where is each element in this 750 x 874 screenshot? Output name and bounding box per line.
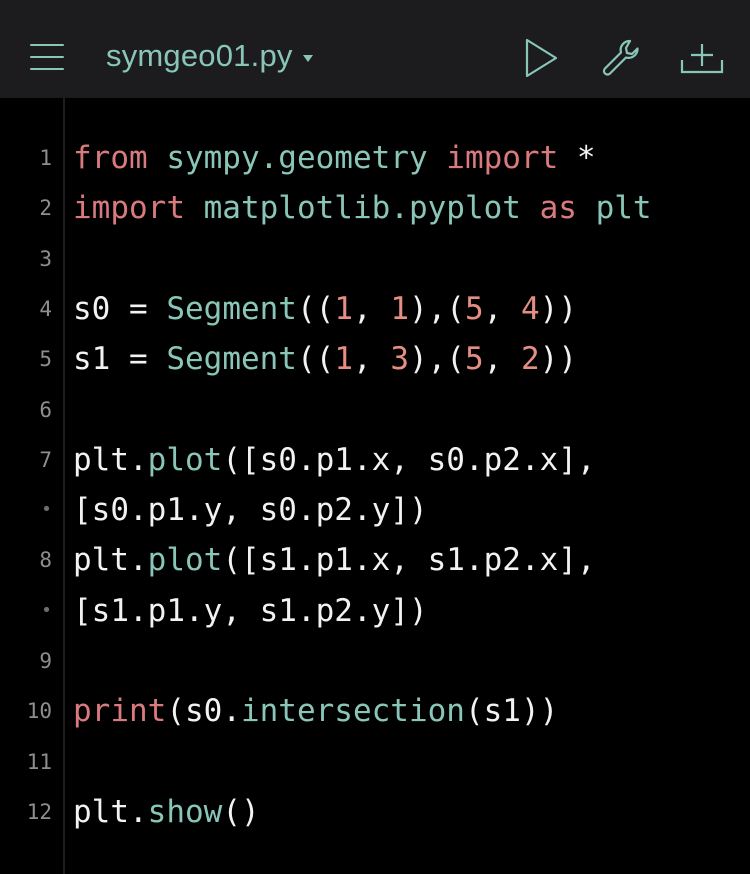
code-token: (( — [296, 290, 335, 327]
chevron-down-icon — [302, 54, 313, 62]
code-token: )) — [539, 290, 577, 327]
line-number: 11 — [26, 749, 52, 774]
code-token: 5 — [464, 341, 484, 378]
code-text: [s1.p1.y, s1.p2.y]) — [73, 586, 428, 636]
code-token: , — [483, 341, 521, 378]
line-number: 10 — [26, 699, 52, 724]
hamburger-menu-icon[interactable] — [30, 42, 64, 72]
code-token: [s1.p1.y, s1.p2.y]) — [73, 592, 428, 629]
code-token: Segment — [166, 290, 297, 327]
line-number: 3 — [39, 246, 52, 271]
code-token: ([s0.p1.x, s0.p2.x], — [222, 441, 596, 478]
line-number: 1 — [39, 146, 52, 170]
settings-button[interactable] — [600, 36, 644, 80]
code-token: print — [73, 693, 167, 730]
code-line[interactable]: 9 — [0, 636, 750, 686]
line-number: 2 — [39, 196, 52, 221]
code-token: (s1)) — [464, 693, 559, 730]
toolbar: symgeo01.py — [0, 0, 750, 98]
code-token: s1 = — [73, 341, 167, 378]
code-token: plt. — [73, 441, 148, 478]
code-token: * — [558, 140, 596, 176]
line-number: 5 — [39, 347, 52, 372]
code-line[interactable]: 1 from sympy.geometry import * — [0, 133, 750, 183]
code-token: plot — [147, 542, 223, 579]
code-editor[interactable]: 1 from sympy.geometry import * 2 import mat… — [0, 98, 750, 874]
code-line[interactable]: • [s1.p1.y, s1.p2.y]) — [0, 586, 750, 636]
code-token: (s0. — [166, 693, 241, 730]
code-token: plt. — [73, 542, 148, 579]
code-line[interactable]: 5 s1 = Segment((1, 3),(5, 2)) — [0, 334, 750, 384]
file-title-dropdown[interactable]: symgeo01.py — [106, 34, 313, 78]
add-file-icon — [680, 44, 724, 74]
code-token: matplotlib.pyplot — [184, 190, 540, 227]
code-token: show — [147, 793, 223, 830]
line-number: • — [41, 499, 52, 521]
run-button[interactable] — [520, 36, 564, 80]
code-token: , — [483, 290, 521, 327]
code-token: 4 — [520, 290, 540, 327]
code-text: plt.show() — [73, 787, 260, 837]
code-token: as — [539, 190, 577, 227]
wrench-icon — [602, 39, 639, 76]
code-token: from — [73, 140, 148, 176]
line-number: 9 — [39, 649, 52, 673]
code-token: 5 — [464, 290, 484, 327]
line-number: 8 — [39, 548, 52, 573]
code-token: 1 — [390, 290, 409, 327]
line-number: 4 — [39, 296, 52, 321]
line-number: 12 — [26, 799, 52, 824]
code-token: plot — [147, 441, 223, 478]
code-token: ([s1.p1.x, s1.p2.x], — [222, 542, 596, 579]
code-token: () — [222, 793, 260, 830]
line-number: • — [41, 599, 52, 621]
code-text: s0 = Segment((1, 1),(5, 4)) — [73, 284, 577, 334]
code-token: 2 — [520, 341, 540, 378]
play-icon — [525, 38, 558, 78]
code-token: 3 — [390, 341, 409, 378]
code-line[interactable]: 10 print(s0.intersection(s1)) — [0, 686, 750, 736]
code-line[interactable]: 8 plt.plot([s1.p1.x, s1.p2.x], — [0, 535, 750, 585]
code-text: s1 = Segment((1, 3),(5, 2)) — [73, 334, 577, 384]
code-text: plt.plot([s0.p1.x, s0.p2.x], — [73, 435, 596, 485]
code-token: , — [352, 290, 391, 327]
code-token: ),( — [408, 341, 465, 378]
code-token: import — [446, 140, 559, 176]
code-token: ),( — [408, 290, 465, 327]
line-number: 6 — [39, 397, 52, 422]
code-line[interactable]: 2 import matplotlib.pyplot as plt — [0, 183, 750, 233]
code-line[interactable]: • [s0.p1.y, s0.p2.y]) — [0, 485, 750, 535]
code-line[interactable]: 11 — [0, 737, 750, 787]
code-token: Segment — [166, 341, 297, 378]
code-token: 1 — [334, 341, 353, 378]
code-token: import — [73, 190, 185, 227]
code-line[interactable]: 12 plt.show() — [0, 787, 750, 837]
code-line[interactable]: 3 — [0, 234, 750, 284]
code-text: [s0.p1.y, s0.p2.y]) — [73, 485, 428, 535]
file-name: symgeo01.py — [106, 38, 293, 73]
code-line[interactable]: 6 — [0, 385, 750, 435]
code-token: , — [352, 341, 391, 378]
code-token: plt. — [73, 793, 148, 830]
code-line[interactable]: 4 s0 = Segment((1, 1),(5, 4)) — [0, 284, 750, 334]
code-line[interactable]: 7 plt.plot([s0.p1.x, s0.p2.x], — [0, 435, 750, 485]
code-text: print(s0.intersection(s1)) — [73, 686, 558, 736]
code-text: import matplotlib.pyplot as plt — [73, 183, 652, 233]
code-token: s0 = — [73, 290, 167, 327]
code-token: intersection — [240, 693, 465, 730]
code-token: (( — [296, 341, 335, 378]
code-token: 1 — [334, 290, 353, 327]
code-token: )) — [539, 341, 577, 378]
line-number: 7 — [39, 447, 52, 472]
code-token: sympy.geometry — [147, 140, 447, 176]
code-token: [s0.p1.y, s0.p2.y]) — [73, 492, 428, 529]
code-text: plt.plot([s1.p1.x, s1.p2.x], — [73, 535, 596, 585]
new-file-button[interactable] — [680, 36, 724, 80]
code-text: from sympy.geometry import * — [73, 133, 596, 183]
code-token: plt — [576, 190, 652, 227]
